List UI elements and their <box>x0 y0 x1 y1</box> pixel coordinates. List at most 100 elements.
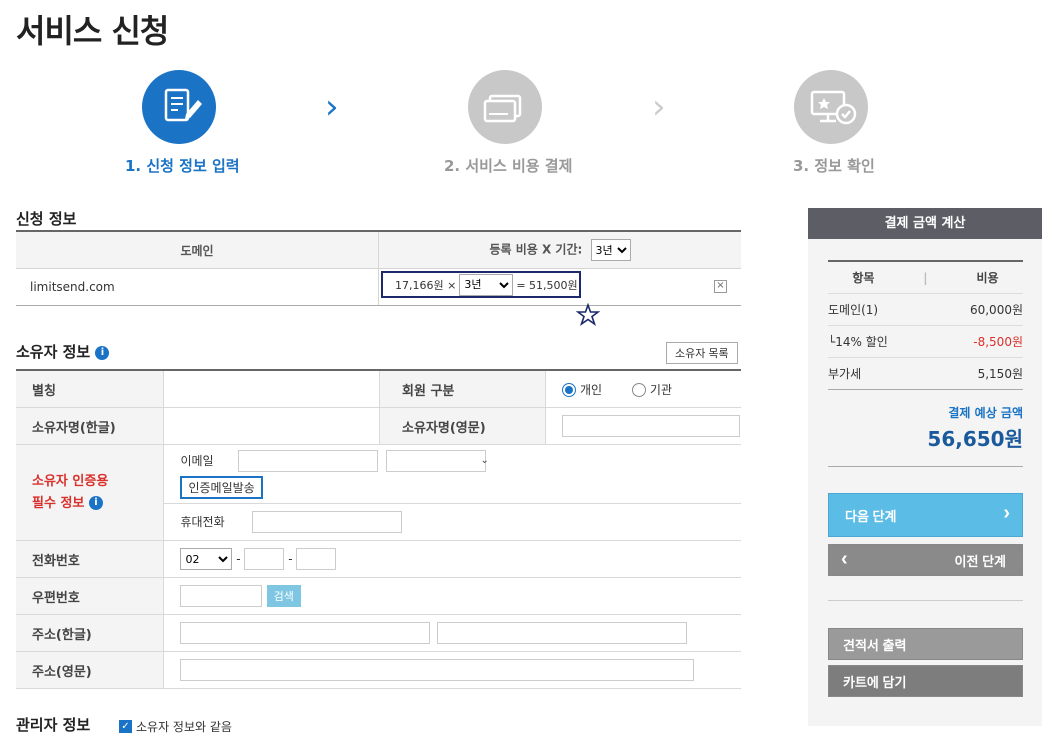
owner-auth-label-line2: 필수 정보 <box>32 495 85 511</box>
payment-header-row: 항목 | 비용 <box>828 262 1023 294</box>
step-1-label: 1. 신청 정보 입력 <box>125 157 240 175</box>
owner-auth-label-line1: 소유자 인증용 <box>32 473 109 489</box>
member-type-organization[interactable]: 기관 <box>631 383 672 397</box>
address-en-input[interactable] <box>180 659 695 681</box>
mobile-input[interactable] <box>252 511 403 533</box>
same-as-owner-option[interactable]: ✓ 소유자 정보와 같음 <box>119 718 232 735</box>
col-fee-label: 등록 비용 X 기간: <box>489 242 583 257</box>
col-fee-header: 등록 비용 X 기간: 3년 <box>378 230 741 269</box>
admin-info-title: 관리자 정보 <box>16 716 91 734</box>
payment-cost: 5,150원 <box>977 367 1023 381</box>
phone-label: 전화번호 <box>16 540 165 578</box>
apply-info-table: 도메인 등록 비용 X 기간: 3년 limitsend.com 17,166원… <box>16 230 741 306</box>
divider <box>828 600 1023 601</box>
send-verification-button[interactable]: 인증메일발송 <box>180 475 263 499</box>
monitor-check-icon <box>810 90 857 125</box>
payment-cost: -8,500원 <box>973 335 1023 349</box>
prev-step-button[interactable]: ‹ 이전 단계 <box>828 544 1023 576</box>
address-kr-input-1[interactable] <box>180 622 431 644</box>
period-header-select[interactable]: 3년 <box>590 239 631 261</box>
chevron-right-icon: › <box>652 87 666 127</box>
zip-search-button[interactable]: 검색 <box>266 585 301 607</box>
payment-title: 결제 금액 계산 <box>808 208 1042 239</box>
step-3-circle <box>794 70 868 144</box>
member-type-individual[interactable]: 개인 <box>562 383 602 397</box>
star-icon <box>576 303 600 327</box>
zip-cell: 검색 <box>163 577 741 615</box>
owner-name-kr-label: 소유자명(한글) <box>16 407 165 445</box>
print-quote-button[interactable]: 견적서 출력 <box>828 628 1023 660</box>
next-step-label: 다음 단계 <box>845 508 897 524</box>
add-to-cart-button[interactable]: 카트에 담기 <box>828 665 1023 697</box>
next-step-button[interactable]: 다음 단계 › <box>828 493 1023 537</box>
payment-table: 항목 | 비용 도메인(1) 60,000원 └14% 할인 -8,500원 부… <box>828 260 1023 467</box>
payment-item: 부가세 <box>828 367 862 381</box>
zip-input[interactable] <box>180 585 263 607</box>
owner-name-en-cell <box>545 407 741 445</box>
chevron-down-icon[interactable]: ⌄ <box>480 455 488 466</box>
credit-card-icon <box>483 94 522 123</box>
email-id-input[interactable] <box>238 449 379 472</box>
address-kr-input-2[interactable] <box>436 622 687 644</box>
phone-last-input[interactable] <box>296 547 337 570</box>
radio-selected-icon[interactable] <box>562 383 576 397</box>
owner-name-en-label: 소유자명(영문) <box>379 407 546 445</box>
alias-label: 별칭 <box>16 370 165 408</box>
step-1-circle <box>142 70 216 144</box>
payment-item: └14% 할인 <box>828 335 888 349</box>
owner-info-title: 소유자 정보 i <box>16 341 110 362</box>
phone-separator: - <box>236 551 241 566</box>
chevron-left-icon: ‹ <box>841 548 848 570</box>
mobile-label: 휴대전화 <box>180 515 225 529</box>
payment-row: └14% 할인 -8,500원 <box>828 326 1023 358</box>
divider <box>828 466 1023 467</box>
step-3-label: 3. 정보 확인 <box>793 157 875 175</box>
member-type-label: 회원 구분 <box>379 370 546 408</box>
payment-row: 도메인(1) 60,000원 <box>828 294 1023 326</box>
info-icon[interactable]: i <box>88 496 103 510</box>
payment-sidebar: 결제 금액 계산 항목 | 비용 도메인(1) 60,000원 └14% 할인 … <box>808 208 1042 726</box>
owner-list-button[interactable]: 소유자 목록 <box>666 342 738 364</box>
email-cell: 이메일 ⌄ 인증메일발송 <box>163 444 741 504</box>
chevron-right-icon: › <box>1003 502 1010 524</box>
zip-label: 우편번호 <box>16 577 165 615</box>
checkbox-checked-icon[interactable]: ✓ <box>119 720 132 733</box>
owner-info-table: 별칭 회원 구분 개인 기관 소유자명(한글) 소유자명(영문) 소유자 인증용… <box>16 369 741 689</box>
phone-area-select[interactable]: 02 <box>180 548 233 571</box>
owner-name-kr-value <box>163 407 380 445</box>
divider: | <box>923 270 928 285</box>
phone-mid-input[interactable] <box>244 547 285 570</box>
expected-label: 결제 예상 금액 <box>948 406 1023 420</box>
email-domain-input[interactable] <box>386 449 487 472</box>
info-icon[interactable]: i <box>95 345 110 360</box>
owner-auth-label: 소유자 인증용 필수 정보 i <box>16 444 165 541</box>
step-2-label: 2. 서비스 비용 결제 <box>444 157 573 175</box>
step-2-circle <box>468 70 542 144</box>
alias-value <box>163 370 380 408</box>
address-en-cell <box>163 651 741 689</box>
address-kr-label: 주소(한글) <box>16 614 165 652</box>
apply-info-title: 신청 정보 <box>16 210 77 228</box>
member-type-options: 개인 기관 <box>545 370 741 408</box>
prev-step-label: 이전 단계 <box>954 553 1006 569</box>
fee-calc-box: 17,166원 × 3년 = 51,500원 <box>381 271 581 298</box>
owner-info-title-text: 소유자 정보 <box>16 343 91 361</box>
domain-cell: limitsend.com <box>16 268 379 306</box>
radio-icon[interactable] <box>631 383 646 397</box>
page-title: 서비스 신청 <box>16 12 169 50</box>
period-row-select[interactable]: 3년 <box>459 273 514 296</box>
phone-cell: 02 - - <box>163 540 741 578</box>
application-form-icon <box>164 88 202 122</box>
payment-cost: 60,000원 <box>969 303 1023 317</box>
address-kr-cell <box>163 614 741 652</box>
remove-domain-icon[interactable]: × <box>714 280 727 293</box>
col-item: 항목 <box>852 271 875 285</box>
email-label: 이메일 <box>180 454 214 468</box>
col-cost: 비용 <box>976 271 999 285</box>
fee-total: = 51,500원 <box>516 278 578 292</box>
fee-cell: 17,166원 × 3년 = 51,500원 × <box>378 268 741 306</box>
mobile-cell: 휴대전화 <box>163 503 741 541</box>
unit-price: 17,166원 × <box>395 278 457 292</box>
owner-name-en-input[interactable] <box>562 415 740 437</box>
same-as-owner-label: 소유자 정보와 같음 <box>136 720 232 734</box>
